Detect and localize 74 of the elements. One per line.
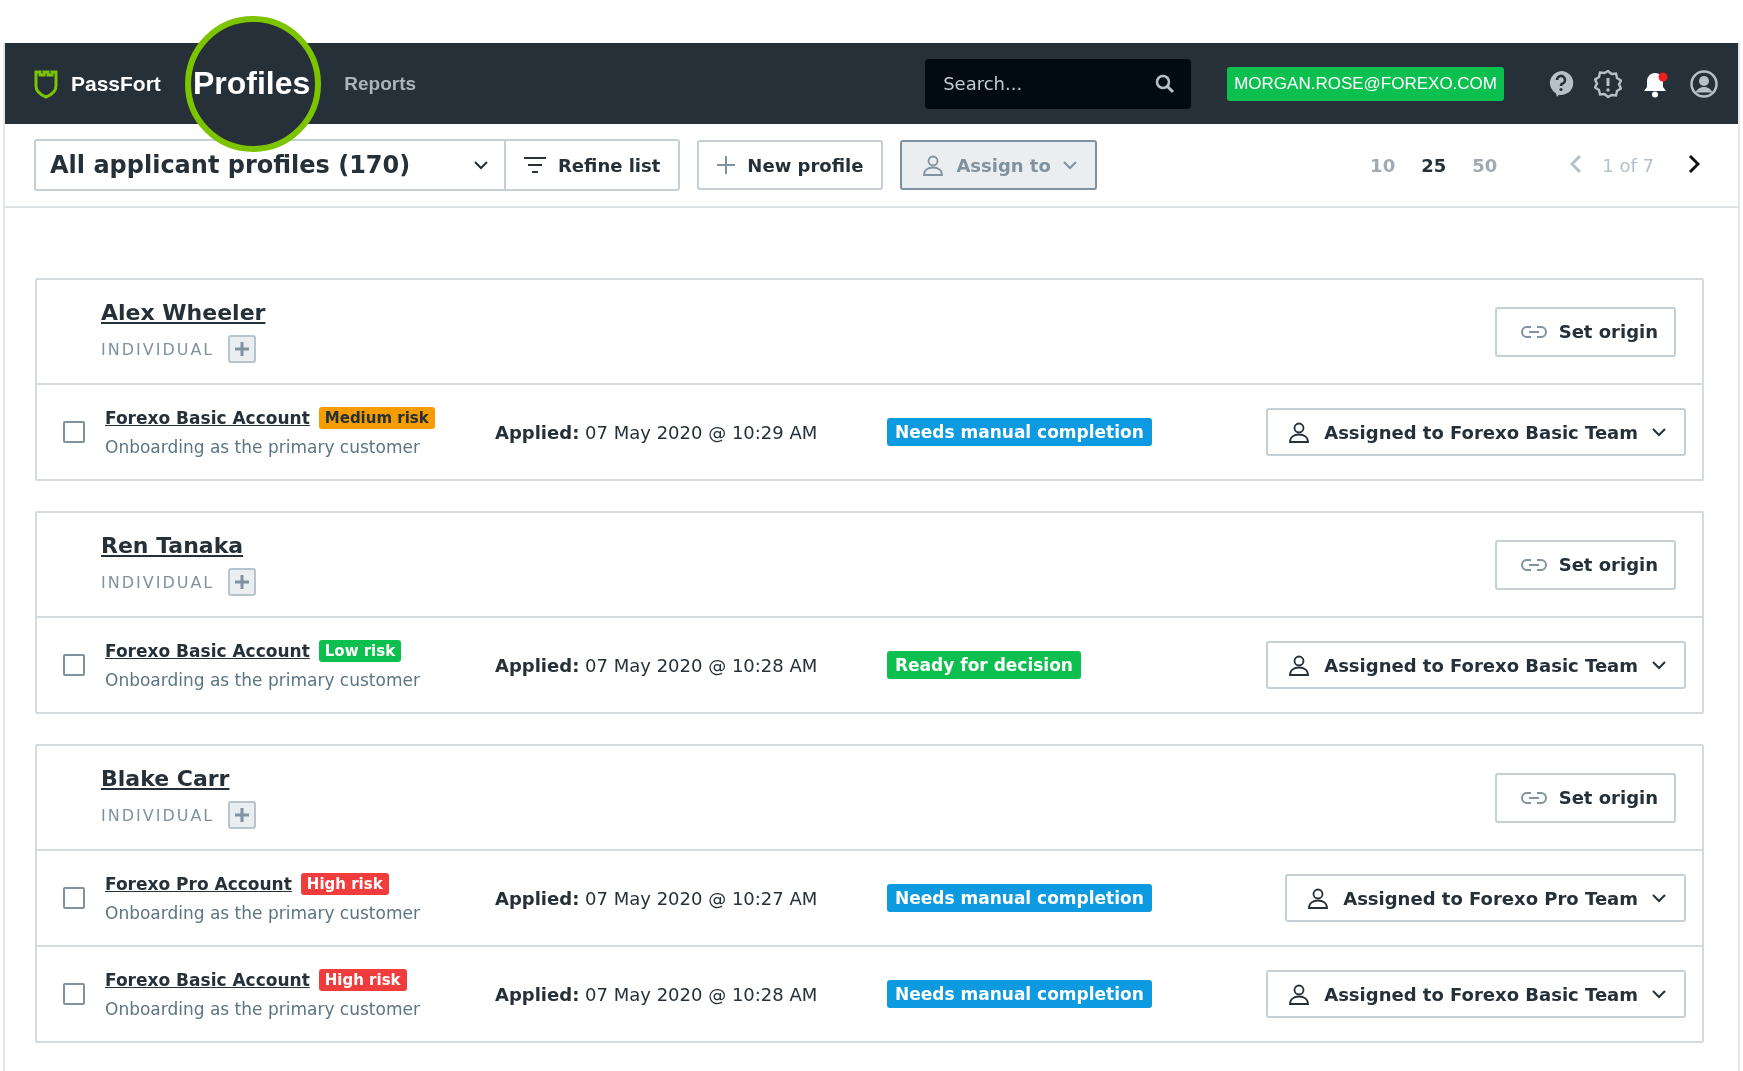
chevron-left-icon: [1570, 153, 1583, 174]
chevron-down-icon: [474, 160, 488, 170]
set-origin-button[interactable]: Set origin: [1494, 772, 1676, 823]
checkbox[interactable]: [63, 654, 85, 676]
product-link[interactable]: Forexo Basic Account: [105, 970, 310, 990]
application-description: Onboarding as the primary customer: [105, 903, 421, 923]
chevron-down-icon: [1652, 427, 1666, 437]
search-icon: [1155, 73, 1176, 94]
plus-icon: [235, 808, 250, 822]
profile-type: INDIVIDUAL: [101, 805, 215, 825]
nav-link[interactable]: Profiles: [192, 65, 311, 102]
application-description: Onboarding as the primary customer: [105, 670, 421, 690]
status-tag: Needs manual completion: [887, 884, 1152, 912]
risk-tag: Low risk: [318, 640, 402, 662]
profile-type: INDIVIDUAL: [101, 339, 215, 359]
applied-date: Applied: 07 May 2020 @ 10:27 AM: [495, 887, 819, 909]
link-icon: [1520, 557, 1547, 572]
product-link[interactable]: Forexo Basic Account: [105, 408, 310, 428]
status-tag: Ready for decision: [887, 651, 1081, 679]
user-avatar-icon[interactable]: [1690, 69, 1718, 98]
help-icon[interactable]: [1548, 69, 1574, 98]
application-description: Onboarding as the primary customer: [105, 999, 421, 1019]
assignee-dropdown[interactable]: Assigned to Forexo Basic Team: [1266, 408, 1686, 456]
set-origin-button[interactable]: Set origin: [1494, 306, 1676, 357]
link-icon: [1520, 790, 1547, 805]
plus-icon: [235, 575, 250, 589]
person-icon: [1288, 983, 1311, 1005]
assignee-dropdown[interactable]: Assigned to Forexo Pro Team: [1285, 874, 1686, 922]
person-icon: [922, 154, 945, 176]
risk-tag: High risk: [318, 969, 407, 991]
shield-logo-icon: [33, 68, 59, 99]
status-tag: Needs manual completion: [887, 418, 1152, 446]
profile-type: INDIVIDUAL: [101, 572, 215, 592]
person-icon: [1307, 887, 1330, 909]
brand-name: PassFort: [71, 71, 161, 96]
applied-date: Applied: 07 May 2020 @ 10:29 AM: [495, 421, 819, 443]
person-icon: [1288, 654, 1311, 676]
product-link[interactable]: Forexo Basic Account: [105, 641, 310, 661]
checkbox[interactable]: [63, 983, 85, 1005]
chevron-down-icon: [1062, 160, 1077, 170]
person-icon: [1288, 421, 1311, 443]
add-button[interactable]: [228, 335, 257, 363]
profile-name-link[interactable]: Alex Wheeler: [101, 300, 266, 325]
chevron-down-icon: [1652, 660, 1666, 670]
application-description: Onboarding as the primary customer: [105, 437, 421, 457]
risk-tag: High risk: [300, 873, 389, 895]
new-profile-button[interactable]: New profile: [697, 140, 884, 190]
page-indicator: 1 of 7: [1602, 154, 1654, 176]
checkbox[interactable]: [63, 887, 85, 909]
plus-icon: [717, 156, 736, 174]
assignee-dropdown[interactable]: Assigned to Forexo Basic Team: [1266, 970, 1686, 1018]
checkbox[interactable]: [63, 421, 85, 443]
add-button[interactable]: [228, 801, 257, 829]
risk-tag: Medium risk: [318, 407, 435, 429]
filter-icon: [524, 157, 546, 173]
add-button[interactable]: [228, 568, 257, 596]
link-icon: [1520, 324, 1547, 339]
page-size-option[interactable]: 25: [1408, 154, 1460, 176]
nav-link[interactable]: Reports: [344, 72, 417, 95]
set-origin-button[interactable]: Set origin: [1494, 539, 1676, 590]
profile-name-link[interactable]: Ren Tanaka: [101, 533, 244, 558]
chevron-down-icon: [1652, 989, 1666, 999]
profile-name-link[interactable]: Blake Carr: [101, 766, 230, 791]
status-tag: Needs manual completion: [887, 980, 1152, 1008]
applied-date: Applied: 07 May 2020 @ 10:28 AM: [495, 983, 819, 1005]
chevron-down-icon: [1652, 893, 1666, 903]
profile-list-dropdown[interactable]: All applicant profiles (170): [36, 141, 506, 189]
assignee-dropdown[interactable]: Assigned to Forexo Basic Team: [1266, 641, 1686, 689]
product-link[interactable]: Forexo Pro Account: [105, 874, 292, 894]
alert-badge-icon[interactable]: [1594, 69, 1622, 98]
applied-date: Applied: 07 May 2020 @ 10:28 AM: [495, 654, 819, 676]
chevron-right-icon: [1688, 153, 1700, 174]
search-field[interactable]: Search...: [925, 58, 1192, 109]
plus-icon: [235, 342, 250, 356]
